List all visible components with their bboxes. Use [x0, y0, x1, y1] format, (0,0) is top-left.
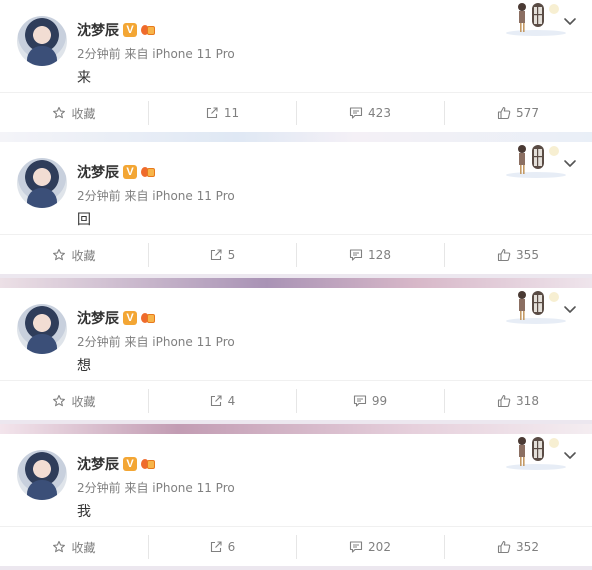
repost-icon — [210, 249, 222, 261]
post-meta: 2分钟前 来自 iPhone 11 Pro — [77, 481, 235, 495]
star-icon — [53, 394, 66, 407]
favorite-button[interactable]: 收藏 — [0, 243, 148, 267]
like-button[interactable]: 577 — [444, 101, 592, 125]
feed-card: 沈梦辰 V 2分钟前 来自 iPhone 11 Pro 回 收藏 5 128 3… — [0, 142, 592, 274]
comment-count: 128 — [368, 248, 391, 262]
post-content: 回 — [77, 212, 91, 228]
like-count: 318 — [516, 394, 539, 408]
avatar[interactable] — [17, 158, 67, 208]
vip-icon — [141, 165, 156, 179]
comment-button[interactable]: 128 — [296, 243, 444, 267]
action-bar: 收藏 5 128 355 — [0, 234, 592, 275]
verified-icon: V — [123, 311, 137, 325]
vip-icon — [141, 457, 156, 471]
post-meta: 2分钟前 来自 iPhone 11 Pro — [77, 189, 235, 203]
star-icon — [53, 540, 66, 553]
repost-count: 4 — [227, 394, 236, 408]
feed-background-strip — [0, 278, 592, 288]
like-button[interactable]: 318 — [444, 389, 592, 413]
author-name[interactable]: 沈梦辰 — [77, 454, 119, 474]
author-name[interactable]: 沈梦辰 — [77, 162, 119, 182]
favorite-label: 收藏 — [71, 248, 96, 263]
verified-icon: V — [123, 165, 137, 179]
card-decoration-icon — [506, 3, 566, 36]
avatar[interactable] — [17, 16, 67, 66]
verified-icon: V — [123, 23, 137, 37]
favorite-button[interactable]: 收藏 — [0, 535, 148, 559]
post-content: 我 — [77, 504, 91, 520]
favorite-button[interactable]: 收藏 — [0, 389, 148, 413]
comment-button[interactable]: 202 — [296, 535, 444, 559]
feed-background-strip — [0, 132, 592, 142]
feed-card: 沈梦辰 V 2分钟前 来自 iPhone 11 Pro 来 收藏 11 423 … — [0, 0, 592, 132]
post-content: 来 — [77, 70, 91, 86]
chevron-down-icon[interactable] — [563, 302, 577, 316]
comment-icon — [349, 541, 363, 553]
feed-card: 沈梦辰 V 2分钟前 来自 iPhone 11 Pro 我 收藏 6 202 3… — [0, 434, 592, 566]
like-button[interactable]: 352 — [444, 535, 592, 559]
like-count: 355 — [516, 248, 539, 262]
repost-icon — [210, 395, 222, 407]
chevron-down-icon[interactable] — [563, 448, 577, 462]
comment-count: 202 — [368, 540, 391, 554]
comment-count: 99 — [371, 394, 388, 408]
like-button[interactable]: 355 — [444, 243, 592, 267]
feed-background-strip — [0, 424, 592, 434]
author-name[interactable]: 沈梦辰 — [77, 308, 119, 328]
like-icon — [497, 106, 511, 120]
like-icon — [497, 394, 511, 408]
post-meta: 2分钟前 来自 iPhone 11 Pro — [77, 47, 235, 61]
repost-button[interactable]: 6 — [148, 535, 296, 559]
repost-button[interactable]: 5 — [148, 243, 296, 267]
like-icon — [497, 248, 511, 262]
repost-count: 6 — [227, 540, 236, 554]
like-count: 577 — [516, 106, 539, 120]
like-count: 352 — [516, 540, 539, 554]
card-decoration-icon — [506, 437, 566, 470]
comment-icon — [353, 395, 366, 407]
author-name[interactable]: 沈梦辰 — [77, 20, 119, 40]
repost-icon — [210, 541, 222, 553]
feed-card: 沈梦辰 V 2分钟前 来自 iPhone 11 Pro 想 收藏 4 99 31… — [0, 288, 592, 420]
comment-button[interactable]: 99 — [296, 389, 444, 413]
repost-button[interactable]: 11 — [148, 101, 296, 125]
star-icon — [53, 248, 66, 261]
favorite-button[interactable]: 收藏 — [0, 101, 148, 125]
repost-button[interactable]: 4 — [148, 389, 296, 413]
star-icon — [53, 106, 66, 119]
repost-count: 5 — [227, 248, 236, 262]
verified-icon: V — [123, 457, 137, 471]
repost-icon — [206, 107, 218, 119]
action-bar: 收藏 4 99 318 — [0, 380, 592, 421]
card-decoration-icon — [506, 291, 566, 324]
chevron-down-icon[interactable] — [563, 156, 577, 170]
repost-count: 11 — [223, 106, 240, 120]
favorite-label: 收藏 — [71, 394, 96, 409]
favorite-label: 收藏 — [71, 106, 96, 121]
comment-button[interactable]: 423 — [296, 101, 444, 125]
action-bar: 收藏 6 202 352 — [0, 526, 592, 567]
vip-icon — [141, 23, 156, 37]
action-bar: 收藏 11 423 577 — [0, 92, 592, 133]
avatar[interactable] — [17, 450, 67, 500]
comment-count: 423 — [368, 106, 391, 120]
chevron-down-icon[interactable] — [563, 14, 577, 28]
comment-icon — [349, 249, 363, 261]
like-icon — [497, 540, 511, 554]
favorite-label: 收藏 — [71, 540, 96, 555]
card-decoration-icon — [506, 145, 566, 178]
post-content: 想 — [77, 358, 91, 374]
avatar[interactable] — [17, 304, 67, 354]
vip-icon — [141, 311, 156, 325]
comment-icon — [349, 107, 363, 119]
post-meta: 2分钟前 来自 iPhone 11 Pro — [77, 335, 235, 349]
